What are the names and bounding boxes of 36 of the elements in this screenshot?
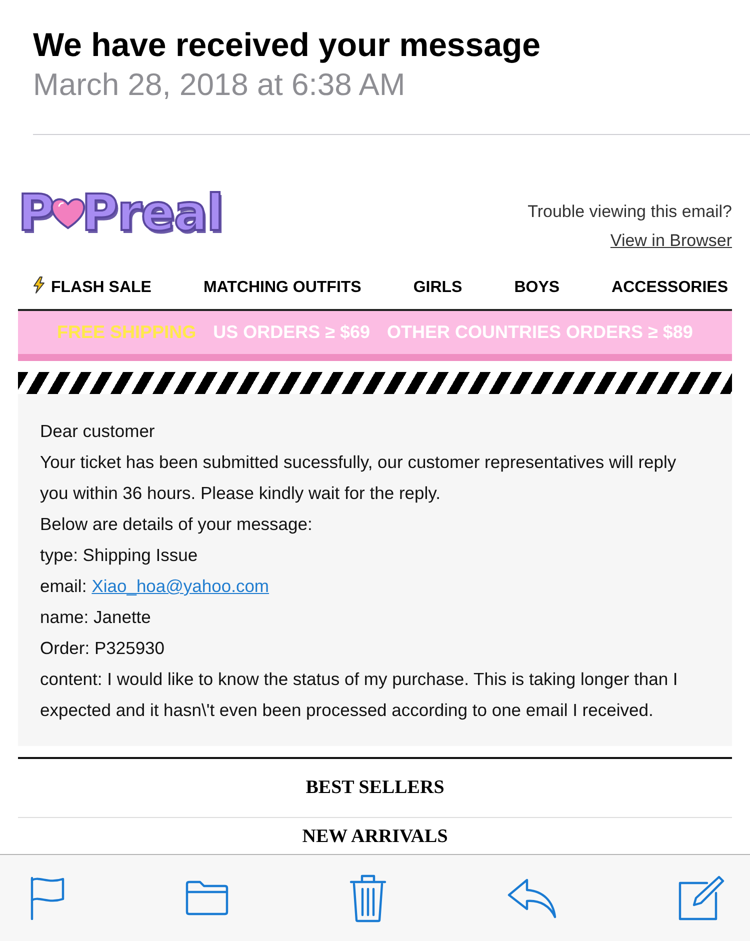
nav-link[interactable]: FLASH SALE [33, 278, 152, 296]
logo-text: Preal [82, 183, 223, 243]
nav-link[interactable]: MATCHING OUTFITS [203, 278, 362, 296]
message-text: Below are details of your message: [40, 513, 314, 536]
message-text: Your ticket has been submitted sucessfully, our customer representatives will reply you within 36 hours. Please kindly wait for the reply. [40, 451, 678, 505]
trash-button[interactable] [349, 873, 387, 923]
message-text: content: I would like to know the status of my purchase. This is taking longer than I expected and it hasn\'t even been processed according to one email I received. [40, 668, 679, 722]
email-link[interactable]: Xiao_hoa@yahoo.com [92, 571, 270, 602]
compose-icon [677, 875, 725, 921]
nav-link[interactable]: ACCESSORIES [612, 278, 728, 296]
message-text: Order: P325930 [40, 637, 166, 660]
message-text: email: [40, 575, 87, 598]
message-text: name: Janette [40, 606, 152, 629]
folder-icon [185, 880, 229, 916]
message-date: March 28, 2018 at 6:38 AM [33, 66, 406, 104]
nav-link[interactable]: GIRLS [413, 278, 462, 296]
nav-link[interactable]: BOYS [514, 278, 560, 296]
compose-button[interactable] [677, 875, 725, 921]
promo-text: OTHER COUNTRIES ORDERS ≥ $89 [387, 322, 693, 343]
promo-text: FREE SHIPPING [57, 322, 196, 343]
logo-text: P [18, 183, 54, 243]
reply-button[interactable] [507, 877, 557, 919]
reply-icon [507, 877, 557, 919]
view-in-browser-link[interactable]: View in Browser [610, 226, 732, 255]
flag-button[interactable] [30, 876, 65, 920]
flag-icon [30, 876, 65, 920]
message-text: Dear customer [40, 420, 156, 443]
message-subject: We have received your message [33, 25, 542, 65]
lightning-icon [33, 276, 45, 294]
promo-text: US ORDERS ≥ $69 [213, 322, 370, 343]
folder-button[interactable] [185, 880, 229, 916]
message-text: type: Shipping Issue [40, 544, 199, 567]
footer-link[interactable]: BEST SELLERS [306, 777, 444, 799]
footer-link[interactable]: NEW ARRIVALS [302, 826, 448, 848]
trouble-viewing-note: Trouble viewing this email? [528, 201, 732, 223]
trash-icon [349, 873, 387, 923]
